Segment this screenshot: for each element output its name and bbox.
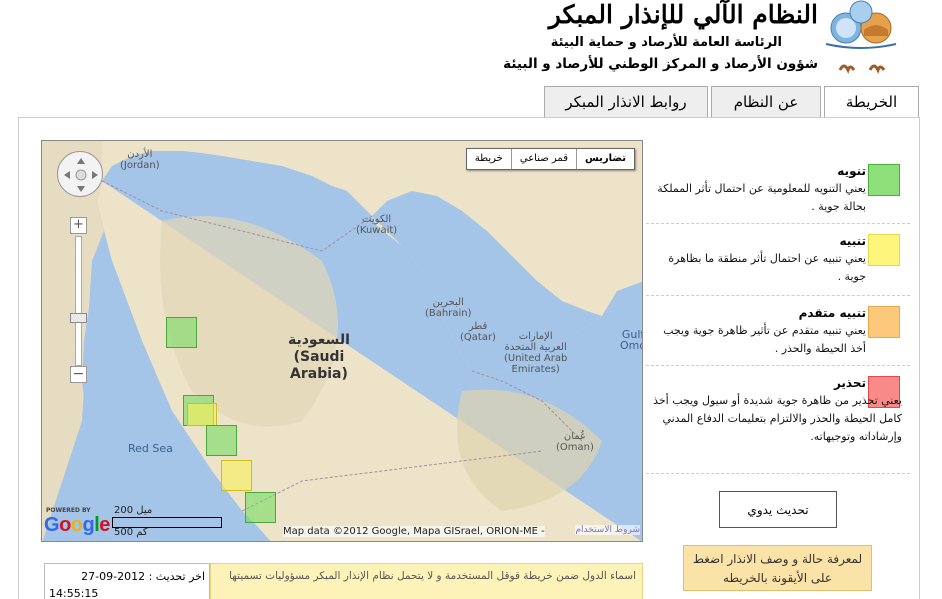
- legend-description: يعني التنويه للمعلومية عن احتمال تأثر ال…: [657, 182, 866, 213]
- legend-title: تحذير: [833, 376, 866, 390]
- manual-refresh-button[interactable]: تحديث يدوي: [719, 491, 837, 528]
- scale-km-label: 500 كم: [114, 527, 148, 538]
- tab-early-warning-links[interactable]: روابط الانذار المبكر: [544, 86, 708, 117]
- last-update-time: 14:55:15: [49, 587, 99, 599]
- warning-zone-6[interactable]: [245, 492, 276, 523]
- pan-control[interactable]: [57, 151, 103, 197]
- app-subtitle-affairs: شؤون الأرصاد و المركز الوطني للأرصاد و ا…: [503, 56, 818, 72]
- header: النظام الآلي للإنذار المبكر الرئاسة العا…: [0, 0, 942, 86]
- warning-zone-3[interactable]: [187, 403, 217, 426]
- zoom-slider-track[interactable]: [75, 236, 82, 366]
- warning-map[interactable]: الأردن (Jordan) الكويت (Kuwait) السعودية (S…: [41, 140, 643, 542]
- app-title: النظام الآلي للإنذار المبكر: [548, 0, 819, 29]
- terms-of-use-link[interactable]: شروط الاستخدام: [575, 525, 640, 535]
- app-subtitle-presidency: الرئاسة العامة للأرصاد و حماية البيئة: [550, 35, 782, 50]
- pan-arrows-icon: [64, 158, 98, 192]
- legend-title: تنبيه متقدم: [798, 306, 866, 320]
- legend-item-notice: تنويه يعني التنويه للمعلومية عن احتمال ت…: [646, 158, 910, 224]
- map-type-terrain[interactable]: تضاريس: [575, 149, 634, 169]
- zoom-in-button[interactable]: +: [70, 217, 87, 234]
- meteorology-logo-icon: [825, 0, 897, 74]
- map-label-jordan: الأردن (Jordan): [120, 149, 160, 171]
- legend-item-advanced-alert: تنبيه متقدم يعني تنبيه متقدم عن تأثير ظا…: [646, 298, 910, 366]
- disclaimer-box: اسماء الدول ضمن خريطة قوقل المستخدمة و ل…: [210, 563, 643, 599]
- powered-by-label: POWERED BY: [46, 507, 91, 514]
- legend-title: تنبيه: [839, 234, 866, 248]
- legend-swatch-green: [868, 164, 900, 196]
- map-label-saudi-arabia: السعودية (Saudi Arabia): [288, 332, 350, 382]
- legend-description: يعني تنبيه عن احتمال تأثر منطقة ما بظاهر…: [668, 252, 866, 283]
- map-label-red-sea: Red Sea: [128, 442, 173, 455]
- warning-zone-1[interactable]: [166, 317, 197, 348]
- legend-description: يعني تحذير من ظاهرة جوية شديدة أو سيول و…: [653, 394, 902, 443]
- warning-zone-4[interactable]: [206, 425, 237, 456]
- tab-map[interactable]: الخريطة: [824, 86, 919, 118]
- map-label-oman: عُمان (Oman): [556, 431, 594, 453]
- map-type-satellite[interactable]: قمر صناعي: [510, 149, 576, 169]
- map-label-uae: الإمارات العربية المتحدة (United Arab Emira…: [504, 331, 568, 375]
- map-attribution: Map data ©2012 Google, Mapa GISrael, ORI…: [283, 526, 545, 537]
- info-hint-box: لمعرفة حالة و وصف الانذار اضغط على الأيق…: [683, 545, 872, 591]
- legend-swatch-orange: [868, 306, 900, 338]
- tab-about-system[interactable]: عن النظام: [711, 86, 821, 117]
- zoom-slider-thumb[interactable]: [70, 313, 87, 323]
- last-update-label: اخر تحديث : 2012-09-27: [81, 570, 205, 583]
- legend-swatch-yellow: [868, 234, 900, 266]
- google-logo[interactable]: Google: [44, 514, 110, 537]
- warning-zone-5[interactable]: [221, 460, 252, 491]
- scale-miles-label: 200 ميل: [114, 505, 153, 516]
- map-label-kuwait: الكويت (Kuwait): [356, 214, 398, 236]
- legend-title: تنويه: [837, 164, 866, 178]
- legend-item-alert: تنبيه يعني تنبيه عن احتمال تأثر منطقة ما…: [646, 226, 910, 296]
- legend-item-warning: تحذير يعني تحذير من ظاهرة جوية شديدة أو …: [646, 368, 910, 474]
- map-label-bahrain: البحرين (Bahrain): [425, 297, 472, 319]
- zoom-out-button[interactable]: −: [70, 366, 87, 383]
- legend-description: يعني تنبيه متقدم عن تأثير ظاهرة جوية ويج…: [663, 324, 866, 355]
- map-label-gulf: GulfOmo: [620, 328, 643, 352]
- map-label-qatar: قطر (Qatar): [460, 321, 496, 343]
- map-type-map[interactable]: خريطة: [467, 149, 511, 169]
- last-update-box: اخر تحديث : 2012-09-27 14:55:15: [44, 563, 210, 599]
- map-type-control: خريطة قمر صناعي تضاريس: [465, 148, 635, 170]
